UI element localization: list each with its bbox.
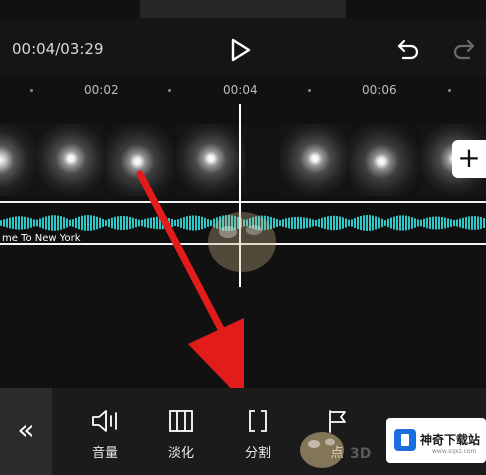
ruler-dot [168, 89, 171, 92]
ruler-dot [308, 89, 311, 92]
add-clip-button[interactable]: + [452, 140, 486, 178]
time-ruler[interactable]: 00:02 00:04 00:06 [0, 78, 486, 104]
ruler-label-0: 00:02 [84, 83, 119, 97]
site-logo-icon [394, 429, 416, 451]
collapse-toolbar-button[interactable]: « [0, 388, 52, 475]
video-preview-strip [140, 0, 346, 18]
undo-icon[interactable] [396, 38, 420, 60]
timecode: 00:04/03:29 [12, 40, 104, 58]
video-thumbnail [176, 124, 246, 196]
video-thumbnail [280, 124, 350, 196]
fade-icon [169, 410, 193, 432]
tool-label: 分割 [244, 446, 271, 461]
tool-volume[interactable]: 音量 [80, 408, 130, 468]
ruler-dot [30, 89, 33, 92]
tool-label: 淡化 [167, 446, 194, 461]
tool-fade[interactable]: 淡化 [156, 408, 206, 468]
site-name: 神奇下载站 [420, 433, 481, 447]
redo-icon[interactable] [452, 38, 476, 60]
watermark-text: 3D [350, 446, 372, 462]
watermark-mascot-icon [300, 432, 344, 468]
audio-clip-title: me To New York [2, 233, 81, 244]
play-icon[interactable] [230, 38, 252, 62]
video-thumbnail [0, 124, 36, 196]
video-thumbnail [106, 124, 176, 196]
ruler-label-2: 00:06 [362, 83, 397, 97]
video-thumbnail [36, 124, 106, 196]
player-control-bar: 00:04/03:29 [0, 18, 486, 78]
video-thumbnail [350, 124, 420, 196]
split-icon [249, 410, 267, 432]
watermark-mascot-icon [208, 212, 276, 272]
tool-label: 音量 [91, 446, 118, 461]
tool-split[interactable]: 分割 [233, 408, 283, 468]
ruler-label-1: 00:04 [223, 83, 258, 97]
volume-icon [92, 410, 117, 432]
site-url: www.sqxz.com [432, 448, 477, 455]
video-clip-track[interactable] [0, 124, 486, 196]
ruler-dot [448, 89, 451, 92]
site-watermark-badge: 神奇下载站 www.sqxz.com [386, 418, 486, 463]
